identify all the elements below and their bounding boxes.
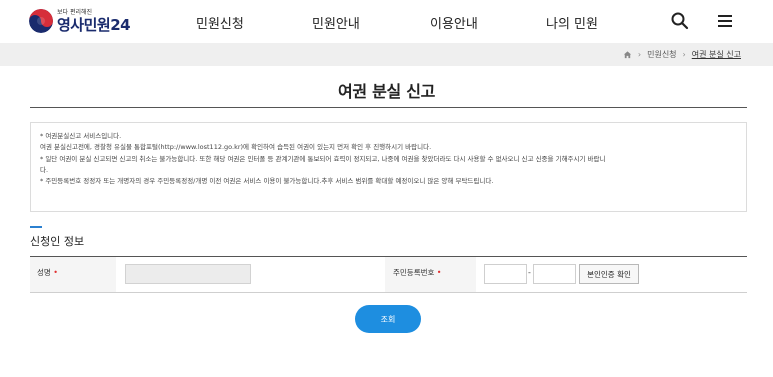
site-header: 보다 편리해진 영사민원24 민원신청 민원안내 이용안내 나의 민원: [0, 0, 773, 42]
section-accent-bar: [30, 226, 42, 228]
breadcrumb-bar: › 민원신청 › 여권 분실 신고: [0, 43, 773, 66]
nav-item-guide[interactable]: 민원안내: [312, 13, 360, 32]
section-title: 신청인 정보: [30, 235, 85, 248]
nav-item-usage[interactable]: 이용안내: [430, 13, 478, 32]
taegeuk-logo-icon: [29, 9, 53, 33]
page-title: 여권 분실 신고: [337, 82, 436, 101]
hamburger-menu-icon: [718, 15, 732, 27]
breadcrumb-item-current[interactable]: 여권 분실 신고: [692, 49, 741, 60]
notice-line: * 주민등록번호 정정자 또는 개명자의 경우 주민등록정정/개명 이전 여권은…: [40, 177, 494, 186]
identity-verify-button[interactable]: 본인인증 확인: [579, 264, 639, 284]
rrn-front-field[interactable]: [484, 264, 527, 284]
logo[interactable]: 보다 편리해진 영사민원24: [29, 6, 131, 36]
name-label-text: 성명: [37, 268, 51, 277]
search-submit-button[interactable]: 조회: [355, 305, 421, 333]
form-bottom-border: [30, 292, 747, 293]
required-mark: •: [53, 268, 58, 277]
chevron-right-icon: ›: [637, 50, 642, 59]
name-field[interactable]: [125, 264, 251, 284]
notice-line: * 일단 여권이 분실 신고되면 신고의 취소는 불가능합니다. 또한 해당 여…: [40, 154, 606, 163]
rrn-dash: -: [528, 268, 531, 277]
rrn-back-field[interactable]: [533, 264, 576, 284]
nav-item-apply[interactable]: 민원신청: [196, 13, 244, 32]
rrn-label-text: 주민등록번호: [393, 268, 435, 277]
title-divider: [30, 107, 747, 108]
breadcrumb-item-apply[interactable]: 민원신청: [647, 49, 676, 60]
menu-button[interactable]: [715, 11, 735, 31]
home-icon[interactable]: [623, 50, 632, 59]
rrn-label: 주민등록번호 •: [393, 267, 442, 278]
notice-line: 여권 분실신고전에, 경찰청 유실물 통합포털(http://www.lost1…: [40, 143, 432, 152]
notice-line: * 여권분실신고 서비스입니다.: [40, 132, 122, 140]
nav-item-my-civil[interactable]: 나의 민원: [546, 13, 598, 32]
required-mark: •: [436, 268, 442, 277]
breadcrumb: › 민원신청 › 여권 분실 신고: [623, 49, 741, 60]
logo-subtitle: 보다 편리해진: [57, 8, 93, 16]
notice-box: * 여권분실신고 서비스입니다. 여권 분실신고전에, 경찰청 유실물 통합포털…: [30, 122, 747, 212]
name-label: 성명 •: [37, 267, 58, 278]
notice-line: 다.: [40, 165, 49, 174]
logo-title: 영사민원24: [57, 15, 131, 34]
search-button[interactable]: [670, 11, 690, 31]
chevron-right-icon: ›: [682, 50, 686, 59]
search-icon: [671, 12, 689, 30]
